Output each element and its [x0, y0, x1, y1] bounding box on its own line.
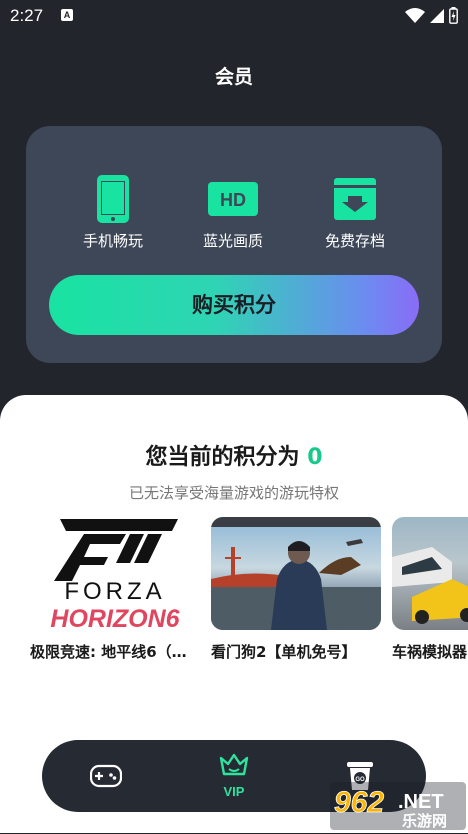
hd-icon: HD	[208, 182, 258, 216]
watermark-number: 962	[334, 786, 384, 819]
watch-dogs-art	[211, 517, 381, 630]
game-cover[interactable]	[392, 517, 468, 630]
game-card[interactable]: FORZA HORIZON6 极限竞速: 地平线6（…	[30, 517, 200, 662]
game-title: 看门狗2【单机免号】	[211, 643, 357, 661]
game-title: 车祸模拟器	[392, 643, 468, 661]
tab-vip[interactable]: VIP	[184, 740, 284, 812]
vip-benefits-card: 手机畅玩 HD 蓝光画质 免费存档 购买积分	[26, 126, 442, 363]
game-cover[interactable]	[211, 517, 381, 630]
points-value: 0	[307, 445, 323, 470]
points-notice: 已无法享受海量游戏的游玩特权	[128, 484, 339, 502]
signal-icon	[430, 8, 444, 23]
game-card[interactable]: 车祸模拟器	[392, 517, 468, 662]
page-title: 会员	[214, 66, 253, 88]
crown-icon	[219, 753, 249, 776]
points-summary: 您当前的积分为 0	[0, 439, 468, 471]
status-bar: 2:27 A	[0, 0, 468, 32]
buy-points-button[interactable]: 购买积分	[49, 275, 419, 335]
battery-icon	[449, 7, 458, 24]
game-cover[interactable]: FORZA HORIZON6	[30, 517, 200, 630]
game-title: 极限竞速: 地平线6（…	[30, 643, 187, 661]
feature-label: 手机畅玩	[82, 232, 143, 250]
feature-label: 蓝光画质	[202, 232, 263, 250]
watermark-subtitle: 乐游网	[402, 812, 447, 830]
feature-hd-quality: HD 蓝光画质	[183, 174, 283, 251]
cloud-save-icon	[334, 178, 376, 220]
hd-badge-text: HD	[220, 190, 246, 210]
watermark-suffix: .NET	[398, 791, 444, 813]
forza-logo-icon: FORZA HORIZON6	[50, 519, 181, 630]
cover-title: FORZA	[64, 578, 165, 605]
tab-games[interactable]	[56, 740, 156, 812]
cover-subtitle: HORIZON6	[50, 605, 180, 630]
wifi-icon	[405, 7, 425, 23]
tab-vip-label: VIP	[223, 784, 245, 799]
phone-icon	[97, 175, 129, 223]
notification-icon: A	[61, 9, 73, 21]
gamepad-icon	[89, 764, 123, 788]
feature-label: 免费存档	[324, 232, 385, 250]
car-crash-art	[392, 547, 468, 624]
status-time: 2:27	[10, 6, 44, 25]
game-card[interactable]: 看门狗2【单机免号】	[211, 517, 381, 662]
points-prefix: 您当前的积分为	[145, 445, 300, 470]
site-watermark: 962 .NET 乐游网	[330, 782, 466, 830]
status-icons	[405, 7, 458, 24]
feature-free-save: 免费存档	[305, 174, 405, 251]
feature-phone-play: 手机畅玩	[63, 174, 163, 251]
